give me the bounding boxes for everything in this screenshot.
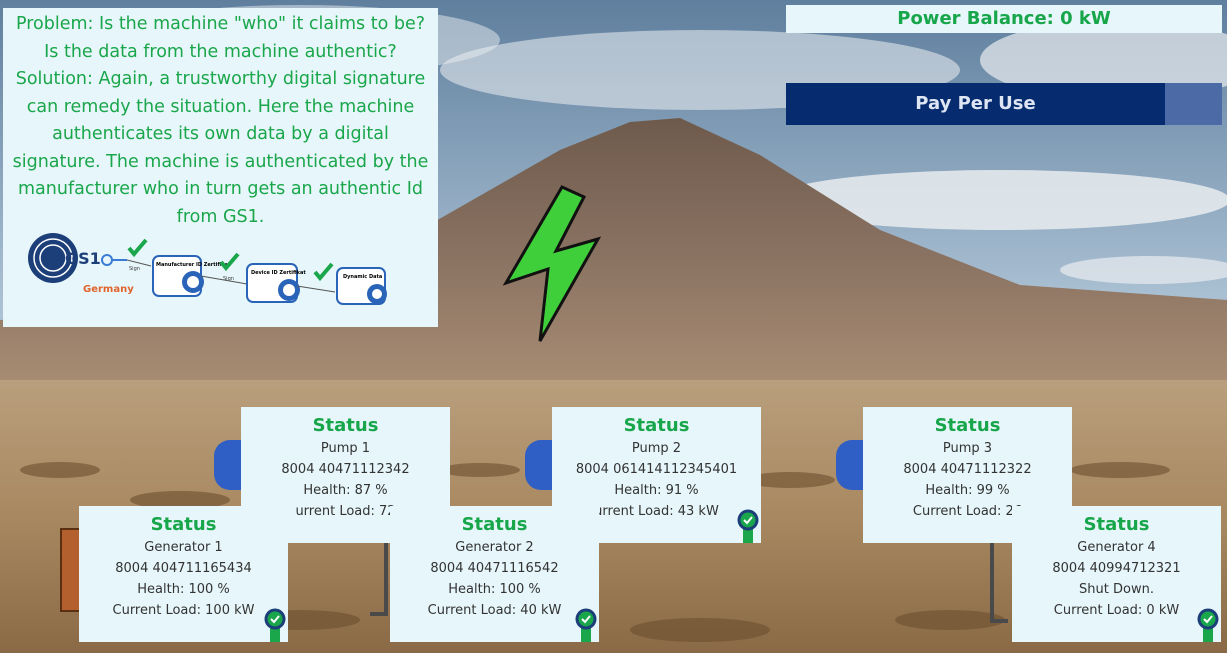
status-card-generator-2[interactable]: Status Generator 2 8004 40471116542 Heal…	[390, 506, 599, 642]
verified-badge-icon	[575, 608, 597, 642]
gs1-logo: GS1 Germany	[28, 233, 134, 295]
status-title: Status	[1083, 514, 1150, 535]
status-title: Status	[312, 415, 379, 436]
machine-id: 8004 40994712321	[1052, 561, 1181, 576]
verified-badge-icon	[264, 608, 286, 642]
machine-health: Health: 100 %	[448, 582, 541, 597]
device-cert: Device ID Zertifikat	[246, 263, 306, 303]
device-cert-label: Device ID Zertifikat	[251, 270, 306, 276]
info-panel: Problem: Is the machine "who" it claims …	[3, 8, 438, 327]
gs1-certificate-diagram: GS1 Germany Sign Manufacturer ID Zertifi…	[28, 233, 387, 305]
status-card-generator-4[interactable]: Status Generator 4 8004 40994712321 Shut…	[1012, 506, 1221, 642]
key-icon	[101, 254, 127, 266]
machine-health: Health: 91 %	[614, 483, 699, 498]
pay-per-use-button[interactable]: Pay Per Use	[786, 83, 1165, 125]
checkmark-icon	[127, 238, 148, 258]
machine-health: Health: 87 %	[303, 483, 388, 498]
sign-label-2: Sign	[223, 276, 234, 282]
manufacturer-cert-label: Manufacturer ID Zertifikat	[156, 262, 231, 268]
machine-load: Current Load: 100 kW	[112, 603, 255, 618]
dynamic-data-cert: Dynamic Data	[336, 267, 387, 305]
machine-health: Health: 100 %	[137, 582, 230, 597]
machine-health: Health: 99 %	[925, 483, 1010, 498]
machine-name: Pump 2	[631, 441, 682, 456]
machine-id: 8004 40471112342	[281, 462, 410, 477]
machine-id: 8004 404711165434	[115, 561, 252, 576]
machine-name: Generator 4	[1077, 540, 1156, 555]
status-card-generator-1[interactable]: Status Generator 1 8004 404711165434 Hea…	[79, 506, 288, 642]
dynamic-data-label: Dynamic Data	[343, 274, 382, 280]
machine-name: Generator 1	[144, 540, 223, 555]
machine-id: 8004 40471112322	[903, 462, 1032, 477]
checkmark-icon-3	[313, 262, 334, 282]
info-text: Problem: Is the machine "who" it claims …	[12, 14, 429, 227]
verified-badge-icon	[737, 509, 759, 543]
manufacturer-cert: Manufacturer ID Zertifikat	[152, 255, 231, 297]
machine-load: Current Load: 40 kW	[427, 603, 562, 618]
pay-per-use-bar[interactable]: Pay Per Use	[786, 83, 1222, 125]
gs1-logo-text: GS1	[65, 249, 101, 268]
verified-badge-icon	[1197, 608, 1219, 642]
machine-id: 8004 061414112345401	[575, 462, 738, 477]
machine-name: Pump 1	[320, 441, 371, 456]
lightning-bolt-icon	[502, 185, 602, 342]
status-title: Status	[623, 415, 690, 436]
arrow-3	[296, 285, 336, 293]
pump-1-handle	[370, 538, 388, 616]
machine-name: Generator 2	[455, 540, 534, 555]
machine-load: Current Load: 0 kW	[1053, 603, 1180, 618]
machine-name: Pump 3	[942, 441, 993, 456]
sign-label-1: Sign	[129, 266, 140, 272]
checkmark-icon-2	[219, 252, 240, 272]
status-title: Status	[461, 514, 528, 535]
gs1-country: Germany	[83, 284, 134, 295]
status-title: Status	[934, 415, 1001, 436]
status-title: Status	[150, 514, 217, 535]
power-balance: Power Balance: 0 kW	[786, 5, 1222, 33]
machine-health: Shut Down.	[1079, 582, 1154, 597]
machine-id: 8004 40471116542	[430, 561, 559, 576]
